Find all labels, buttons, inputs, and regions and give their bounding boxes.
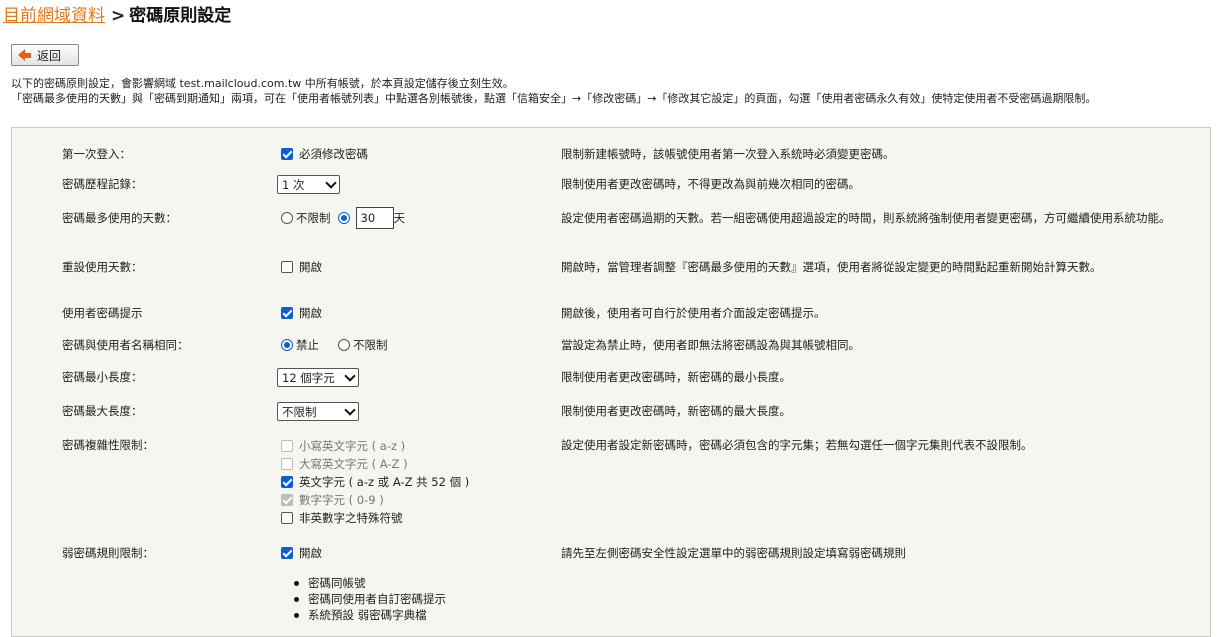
- max-length-select[interactable]: 不限制: [277, 402, 359, 421]
- first-login-option: 必須修改密碼: [299, 147, 368, 161]
- special-label: 非英數字之特殊符號: [299, 511, 403, 525]
- complexity-desc: 設定使用者設定新密碼時，密碼必須包含的字元集；若無勾選任一個字元集則代表不設限制…: [561, 438, 1033, 452]
- same-name-unlimited-label: 不限制: [353, 338, 388, 352]
- back-arrow-icon-tail: [25, 52, 31, 58]
- password-hint-desc: 開啟後，使用者可自行於使用者介面設定密碼提示。: [561, 306, 826, 320]
- intro-line-2: 「密碼最多使用的天數」與「密碼到期通知」兩項，可在「使用者帳號列表」中點選各別帳…: [11, 92, 1097, 105]
- special-checkbox[interactable]: [281, 512, 293, 524]
- history-label: 密碼歷程記錄：: [62, 177, 143, 191]
- same-name-label: 密碼與使用者名稱相同：: [62, 338, 189, 352]
- max-days-control: 不限制 30 天: [281, 207, 405, 229]
- same-name-forbid-label: 禁止: [296, 338, 319, 352]
- back-button[interactable]: 返回: [11, 44, 79, 66]
- max-days-input[interactable]: 30: [355, 207, 394, 229]
- chevron-down-icon: [344, 369, 356, 382]
- max-days-unlimited-radio[interactable]: [281, 212, 293, 224]
- digits-label: 數字字元 ( 0-9 ): [299, 493, 384, 507]
- weak-rule-item: 密碼同帳號: [294, 575, 446, 591]
- lowercase-label: 小寫英文字元 ( a-z ): [299, 439, 406, 453]
- same-name-unlimited-radio[interactable]: [338, 339, 350, 351]
- breadcrumb-separator: >: [111, 6, 126, 26]
- max-days-custom-radio[interactable]: [337, 212, 350, 224]
- history-select[interactable]: 1 次: [277, 175, 340, 194]
- breadcrumb: 目前網域資料 > 密碼原則設定: [3, 4, 231, 28]
- history-desc: 限制使用者更改密碼時，不得更改為與前幾次相同的密碼。: [561, 177, 860, 191]
- reset-days-checkbox[interactable]: [281, 261, 293, 273]
- weak-password-label: 弱密碼規則限制：: [62, 546, 154, 560]
- uppercase-label: 大寫英文字元 ( A-Z ): [299, 457, 408, 471]
- page-title: 密碼原則設定: [129, 6, 232, 26]
- max-days-label: 密碼最多使用的天數：: [62, 211, 177, 225]
- first-login-desc: 限制新建帳號時，該帳號使用者第一次登入系統時必須變更密碼。: [561, 147, 895, 161]
- letters-label: 英文字元 ( a-z 或 A-Z 共 52 個 ): [299, 475, 470, 489]
- back-arrow-icon: [18, 49, 25, 61]
- digits-checkbox[interactable]: [281, 494, 293, 506]
- back-button-label: 返回: [37, 48, 62, 63]
- complexity-options: 小寫英文字元 ( a-z ) 大寫英文字元 ( A-Z ) 英文字元 ( a-z…: [281, 437, 469, 527]
- uppercase-checkbox[interactable]: [281, 458, 293, 470]
- complexity-option-letters: 英文字元 ( a-z 或 A-Z 共 52 個 ): [281, 473, 469, 491]
- reset-days-option: 開啟: [299, 260, 322, 274]
- complexity-option-special: 非英數字之特殊符號: [281, 509, 469, 527]
- complexity-option-uppercase: 大寫英文字元 ( A-Z ): [281, 455, 469, 473]
- same-name-forbid-radio[interactable]: [281, 339, 293, 351]
- max-length-label: 密碼最大長度：: [62, 404, 143, 418]
- max-length-desc: 限制使用者更改密碼時，新密碼的最大長度。: [561, 404, 791, 418]
- first-login-control: 必須修改密碼: [281, 146, 368, 162]
- weak-password-control: 開啟: [281, 545, 322, 561]
- weak-password-option: 開啟: [299, 546, 322, 560]
- min-length-select-value: 12 個字元: [282, 370, 335, 385]
- complexity-label: 密碼複雜性限制：: [62, 438, 154, 452]
- max-days-unit: 天: [393, 211, 406, 225]
- password-hint-label: 使用者密碼提示: [62, 306, 143, 320]
- weak-rule-item: 密碼同使用者自訂密碼提示: [294, 591, 446, 607]
- password-hint-checkbox[interactable]: [281, 307, 293, 319]
- history-control: 1 次: [277, 175, 340, 194]
- weak-password-checkbox[interactable]: [281, 547, 293, 559]
- max-days-unlimited-label: 不限制: [296, 211, 331, 225]
- min-length-desc: 限制使用者更改密碼時，新密碼的最小長度。: [561, 370, 791, 384]
- chevron-down-icon: [325, 176, 337, 189]
- history-select-value: 1 次: [282, 177, 305, 192]
- lowercase-checkbox[interactable]: [281, 440, 293, 452]
- first-login-checkbox[interactable]: [281, 148, 293, 160]
- same-name-control: 禁止 不限制: [281, 337, 388, 353]
- password-hint-option: 開啟: [299, 306, 322, 320]
- weak-rule-list: 密碼同帳號 密碼同使用者自訂密碼提示 系統預設 弱密碼字典檔: [294, 575, 446, 623]
- complexity-option-lowercase: 小寫英文字元 ( a-z ): [281, 437, 469, 455]
- letters-checkbox[interactable]: [281, 476, 293, 488]
- settings-panel: 第一次登入： 必須修改密碼 限制新建帳號時，該帳號使用者第一次登入系統時必須變更…: [11, 127, 1211, 637]
- password-hint-control: 開啟: [281, 305, 322, 321]
- intro-text: 以下的密碼原則設定，會影響網域 test.mailcloud.com.tw 中所…: [11, 76, 1211, 106]
- same-name-desc: 當設定為禁止時，使用者即無法將密碼設為與其帳號相同。: [561, 338, 860, 352]
- weak-password-desc: 請先至左側密碼安全性設定選單中的弱密碼規則設定填寫弱密碼規則: [561, 546, 906, 560]
- max-length-control: 不限制: [277, 402, 359, 421]
- max-days-desc: 設定使用者密碼過期的天數。若一組密碼使用超過設定的時間，則系統將強制使用者變更密…: [561, 211, 1171, 225]
- max-length-select-value: 不限制: [282, 404, 317, 419]
- intro-line-1: 以下的密碼原則設定，會影響網域 test.mailcloud.com.tw 中所…: [11, 77, 514, 90]
- reset-days-label: 重設使用天數：: [62, 260, 143, 274]
- complexity-option-digits: 數字字元 ( 0-9 ): [281, 491, 469, 509]
- reset-days-desc: 開啟時，當管理者調整『密碼最多使用的天數』選項，使用者將從設定變更的時間點起重新…: [561, 260, 1102, 274]
- min-length-control: 12 個字元: [277, 368, 359, 387]
- breadcrumb-link-domain-data[interactable]: 目前網域資料: [3, 6, 105, 26]
- reset-days-control: 開啟: [281, 259, 322, 275]
- weak-rule-item: 系統預設 弱密碼字典檔: [294, 607, 446, 623]
- min-length-label: 密碼最小長度：: [62, 370, 143, 384]
- chevron-down-icon: [344, 403, 356, 416]
- first-login-label: 第一次登入：: [62, 147, 131, 161]
- min-length-select[interactable]: 12 個字元: [277, 368, 359, 387]
